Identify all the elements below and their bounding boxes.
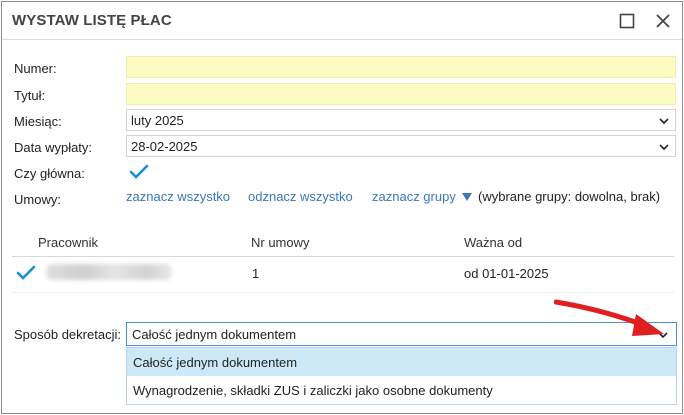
employee-name-redacted	[46, 264, 172, 280]
czy-glowna-label: Czy główna:	[14, 166, 85, 181]
numer-field[interactable]	[126, 56, 676, 78]
tytul-label: Tytuł:	[14, 88, 46, 103]
dekretacja-label: Sposób dekretacji:	[14, 327, 121, 342]
data-wyplaty-value: 28-02-2025	[131, 139, 198, 154]
row-wazna-od: od 01-01-2025	[464, 266, 549, 281]
red-arrow-annotation	[554, 299, 664, 336]
umowy-label: Umowy:	[14, 192, 61, 207]
dropdown-option-selected[interactable]: Całość jednym dokumentem	[127, 348, 676, 376]
payroll-dialog: WYSTAW LISTĘ PŁAC Numer: Tytuł: Miesiąc:…	[1, 1, 683, 414]
column-header-pracownik[interactable]: Pracownik	[38, 235, 98, 250]
title-bar: WYSTAW LISTĘ PŁAC	[2, 2, 682, 40]
miesiac-select[interactable]: luty 2025	[126, 109, 676, 131]
maximize-button[interactable]	[614, 8, 640, 34]
dropdown-option[interactable]: Wynagrodzenie, składki ZUS i zaliczki ja…	[127, 376, 676, 404]
close-icon	[656, 14, 670, 28]
checkmark-icon	[129, 164, 149, 179]
column-header-wazna-od[interactable]: Ważna od	[464, 235, 522, 250]
chevron-down-icon	[659, 144, 669, 151]
table-row-divider	[12, 292, 674, 293]
select-all-link[interactable]: zaznacz wszystko	[126, 189, 230, 204]
dekretacja-dropdown-list: Całość jednym dokumentem Wynagrodzenie, …	[126, 347, 677, 405]
maximize-icon	[619, 13, 635, 29]
select-groups-link[interactable]: zaznacz grupy	[372, 189, 473, 204]
czy-glowna-checkbox[interactable]	[129, 163, 149, 181]
data-wyplaty-select[interactable]: 28-02-2025	[126, 135, 676, 157]
miesiac-label: Miesiąc:	[14, 114, 62, 129]
chevron-down-icon	[659, 118, 669, 125]
miesiac-value: luty 2025	[131, 113, 184, 128]
tytul-field[interactable]	[126, 83, 676, 105]
close-button[interactable]	[650, 8, 676, 34]
dialog-title: WYSTAW LISTĘ PŁAC	[12, 12, 172, 29]
row-nr-umowy: 1	[252, 266, 260, 281]
table-header-divider	[12, 256, 674, 257]
numer-label: Numer:	[14, 61, 57, 76]
dekretacja-value: Całość jednym dokumentem	[132, 327, 297, 342]
triangle-down-icon	[462, 193, 473, 201]
checkmark-icon	[16, 265, 36, 280]
deselect-all-link[interactable]: odznacz wszystko	[248, 189, 353, 204]
row-checkbox[interactable]	[16, 264, 36, 282]
groups-info: (wybrane grupy: dowolna, brak)	[478, 189, 661, 204]
column-header-nr-umowy[interactable]: Nr umowy	[251, 235, 310, 250]
data-wyplaty-label: Data wypłaty:	[14, 140, 93, 155]
